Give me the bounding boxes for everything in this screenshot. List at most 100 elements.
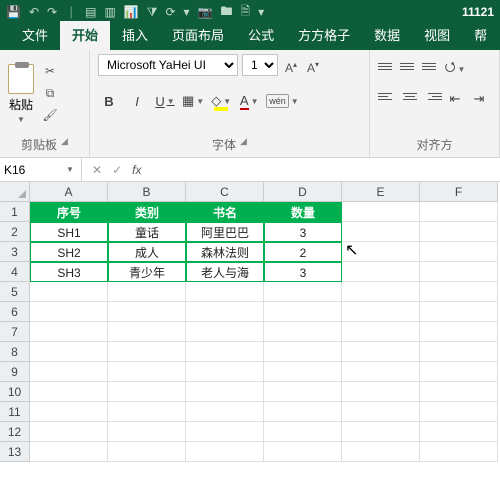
sort-asc-icon[interactable]: ▤ [85, 5, 96, 19]
row-header[interactable]: 4 [0, 262, 30, 282]
align-right-icon[interactable] [422, 88, 442, 104]
cell[interactable] [264, 322, 342, 342]
cell[interactable] [30, 422, 108, 442]
fx-icon[interactable]: fx [132, 163, 147, 177]
qat-dropdown-icon[interactable]: ▾ [258, 5, 264, 19]
cell[interactable] [30, 442, 108, 462]
cell[interactable] [420, 382, 498, 402]
row-header[interactable]: 9 [0, 362, 30, 382]
cell[interactable] [186, 342, 264, 362]
cell[interactable] [420, 402, 498, 422]
cell[interactable] [264, 302, 342, 322]
row-header[interactable]: 1 [0, 202, 30, 222]
cell[interactable] [342, 442, 420, 462]
cell[interactable] [264, 422, 342, 442]
font-name-select[interactable]: Microsoft YaHei UI [98, 54, 238, 76]
tab-ffgz[interactable]: 方方格子 [286, 21, 362, 50]
camera-icon[interactable]: 📷 [198, 5, 213, 19]
cell[interactable] [264, 382, 342, 402]
folder-icon[interactable]: 🖿 [221, 2, 233, 23]
cell[interactable] [108, 322, 186, 342]
decrease-indent-icon[interactable]: ⇤ [444, 88, 466, 110]
cell[interactable]: 青少年 [108, 262, 186, 282]
cell[interactable] [420, 422, 498, 442]
font-size-select[interactable]: 11 [242, 54, 278, 76]
cell[interactable] [30, 362, 108, 382]
row-header[interactable]: 12 [0, 422, 30, 442]
undo-icon[interactable]: ↶ [29, 5, 39, 19]
decrease-font-icon[interactable]: A▾ [304, 54, 322, 76]
cell[interactable] [264, 442, 342, 462]
name-box-input[interactable] [0, 163, 62, 177]
cell[interactable]: SH1 [30, 222, 108, 242]
align-left-icon[interactable] [378, 88, 398, 104]
row-header[interactable]: 13 [0, 442, 30, 462]
cell[interactable]: 数量 [264, 202, 342, 222]
doc-icon[interactable]: 🗎 [241, 2, 251, 23]
cell[interactable] [264, 402, 342, 422]
cell[interactable]: 2 [264, 242, 342, 262]
tab-insert[interactable]: 插入 [110, 21, 160, 50]
cell[interactable] [108, 362, 186, 382]
cell[interactable] [30, 402, 108, 422]
tab-view[interactable]: 视图 [412, 21, 462, 50]
refresh-icon[interactable]: ⟳ [165, 5, 175, 19]
name-box-dropdown-icon[interactable]: ▼ [62, 165, 78, 174]
cell[interactable]: SH3 [30, 262, 108, 282]
cell[interactable] [420, 262, 498, 282]
cell[interactable]: 童话 [108, 222, 186, 242]
cell[interactable] [108, 382, 186, 402]
border-button[interactable]: ▦▼ [182, 90, 204, 112]
clipboard-dialog-launcher[interactable]: ◢ [61, 136, 68, 153]
cell[interactable] [108, 422, 186, 442]
cell[interactable] [264, 282, 342, 302]
cell[interactable]: 书名 [186, 202, 264, 222]
row-header[interactable]: 3 [0, 242, 30, 262]
cell[interactable] [342, 382, 420, 402]
italic-button[interactable]: I [126, 90, 148, 112]
column-header[interactable]: A [30, 182, 108, 202]
cell[interactable]: SH2 [30, 242, 108, 262]
cell[interactable] [30, 382, 108, 402]
row-header[interactable]: 5 [0, 282, 30, 302]
select-all-button[interactable] [0, 182, 30, 202]
tab-file[interactable]: 文件 [10, 21, 60, 50]
increase-font-icon[interactable]: A▴ [282, 54, 300, 76]
cell[interactable]: 序号 [30, 202, 108, 222]
cell[interactable] [108, 342, 186, 362]
chart-icon[interactable]: ▥ [104, 5, 115, 19]
cell[interactable]: 3 [264, 262, 342, 282]
cell[interactable] [186, 322, 264, 342]
cell[interactable] [264, 362, 342, 382]
cell[interactable] [264, 342, 342, 362]
cell[interactable]: 3 [264, 222, 342, 242]
column-header[interactable]: C [186, 182, 264, 202]
cell[interactable] [420, 322, 498, 342]
cell[interactable] [420, 342, 498, 362]
underline-button[interactable]: U▼ [154, 90, 176, 112]
cell[interactable] [186, 402, 264, 422]
cell[interactable] [420, 242, 498, 262]
cell[interactable] [186, 422, 264, 442]
cell[interactable]: 类别 [108, 202, 186, 222]
cell[interactable] [108, 282, 186, 302]
cell[interactable] [186, 382, 264, 402]
cell[interactable] [342, 222, 420, 242]
row-header[interactable]: 8 [0, 342, 30, 362]
bar-chart-icon[interactable]: 📊 [124, 5, 139, 19]
row-header[interactable]: 10 [0, 382, 30, 402]
align-middle-icon[interactable] [400, 58, 420, 74]
name-box[interactable]: ▼ [0, 158, 82, 181]
cell[interactable] [342, 282, 420, 302]
cell[interactable] [420, 362, 498, 382]
cell[interactable]: 阿里巴巴 [186, 222, 264, 242]
cell[interactable] [342, 322, 420, 342]
qat-more-icon[interactable]: ▾ [184, 5, 190, 19]
formula-input[interactable] [157, 158, 500, 181]
bold-button[interactable]: B [98, 90, 120, 112]
fill-color-button[interactable]: ◇▼ [210, 90, 232, 112]
paste-button[interactable]: 粘贴 ▼ [8, 64, 34, 124]
cell[interactable] [420, 302, 498, 322]
copy-icon[interactable]: ⧉ [40, 86, 60, 102]
save-icon[interactable]: 💾 [6, 5, 21, 19]
